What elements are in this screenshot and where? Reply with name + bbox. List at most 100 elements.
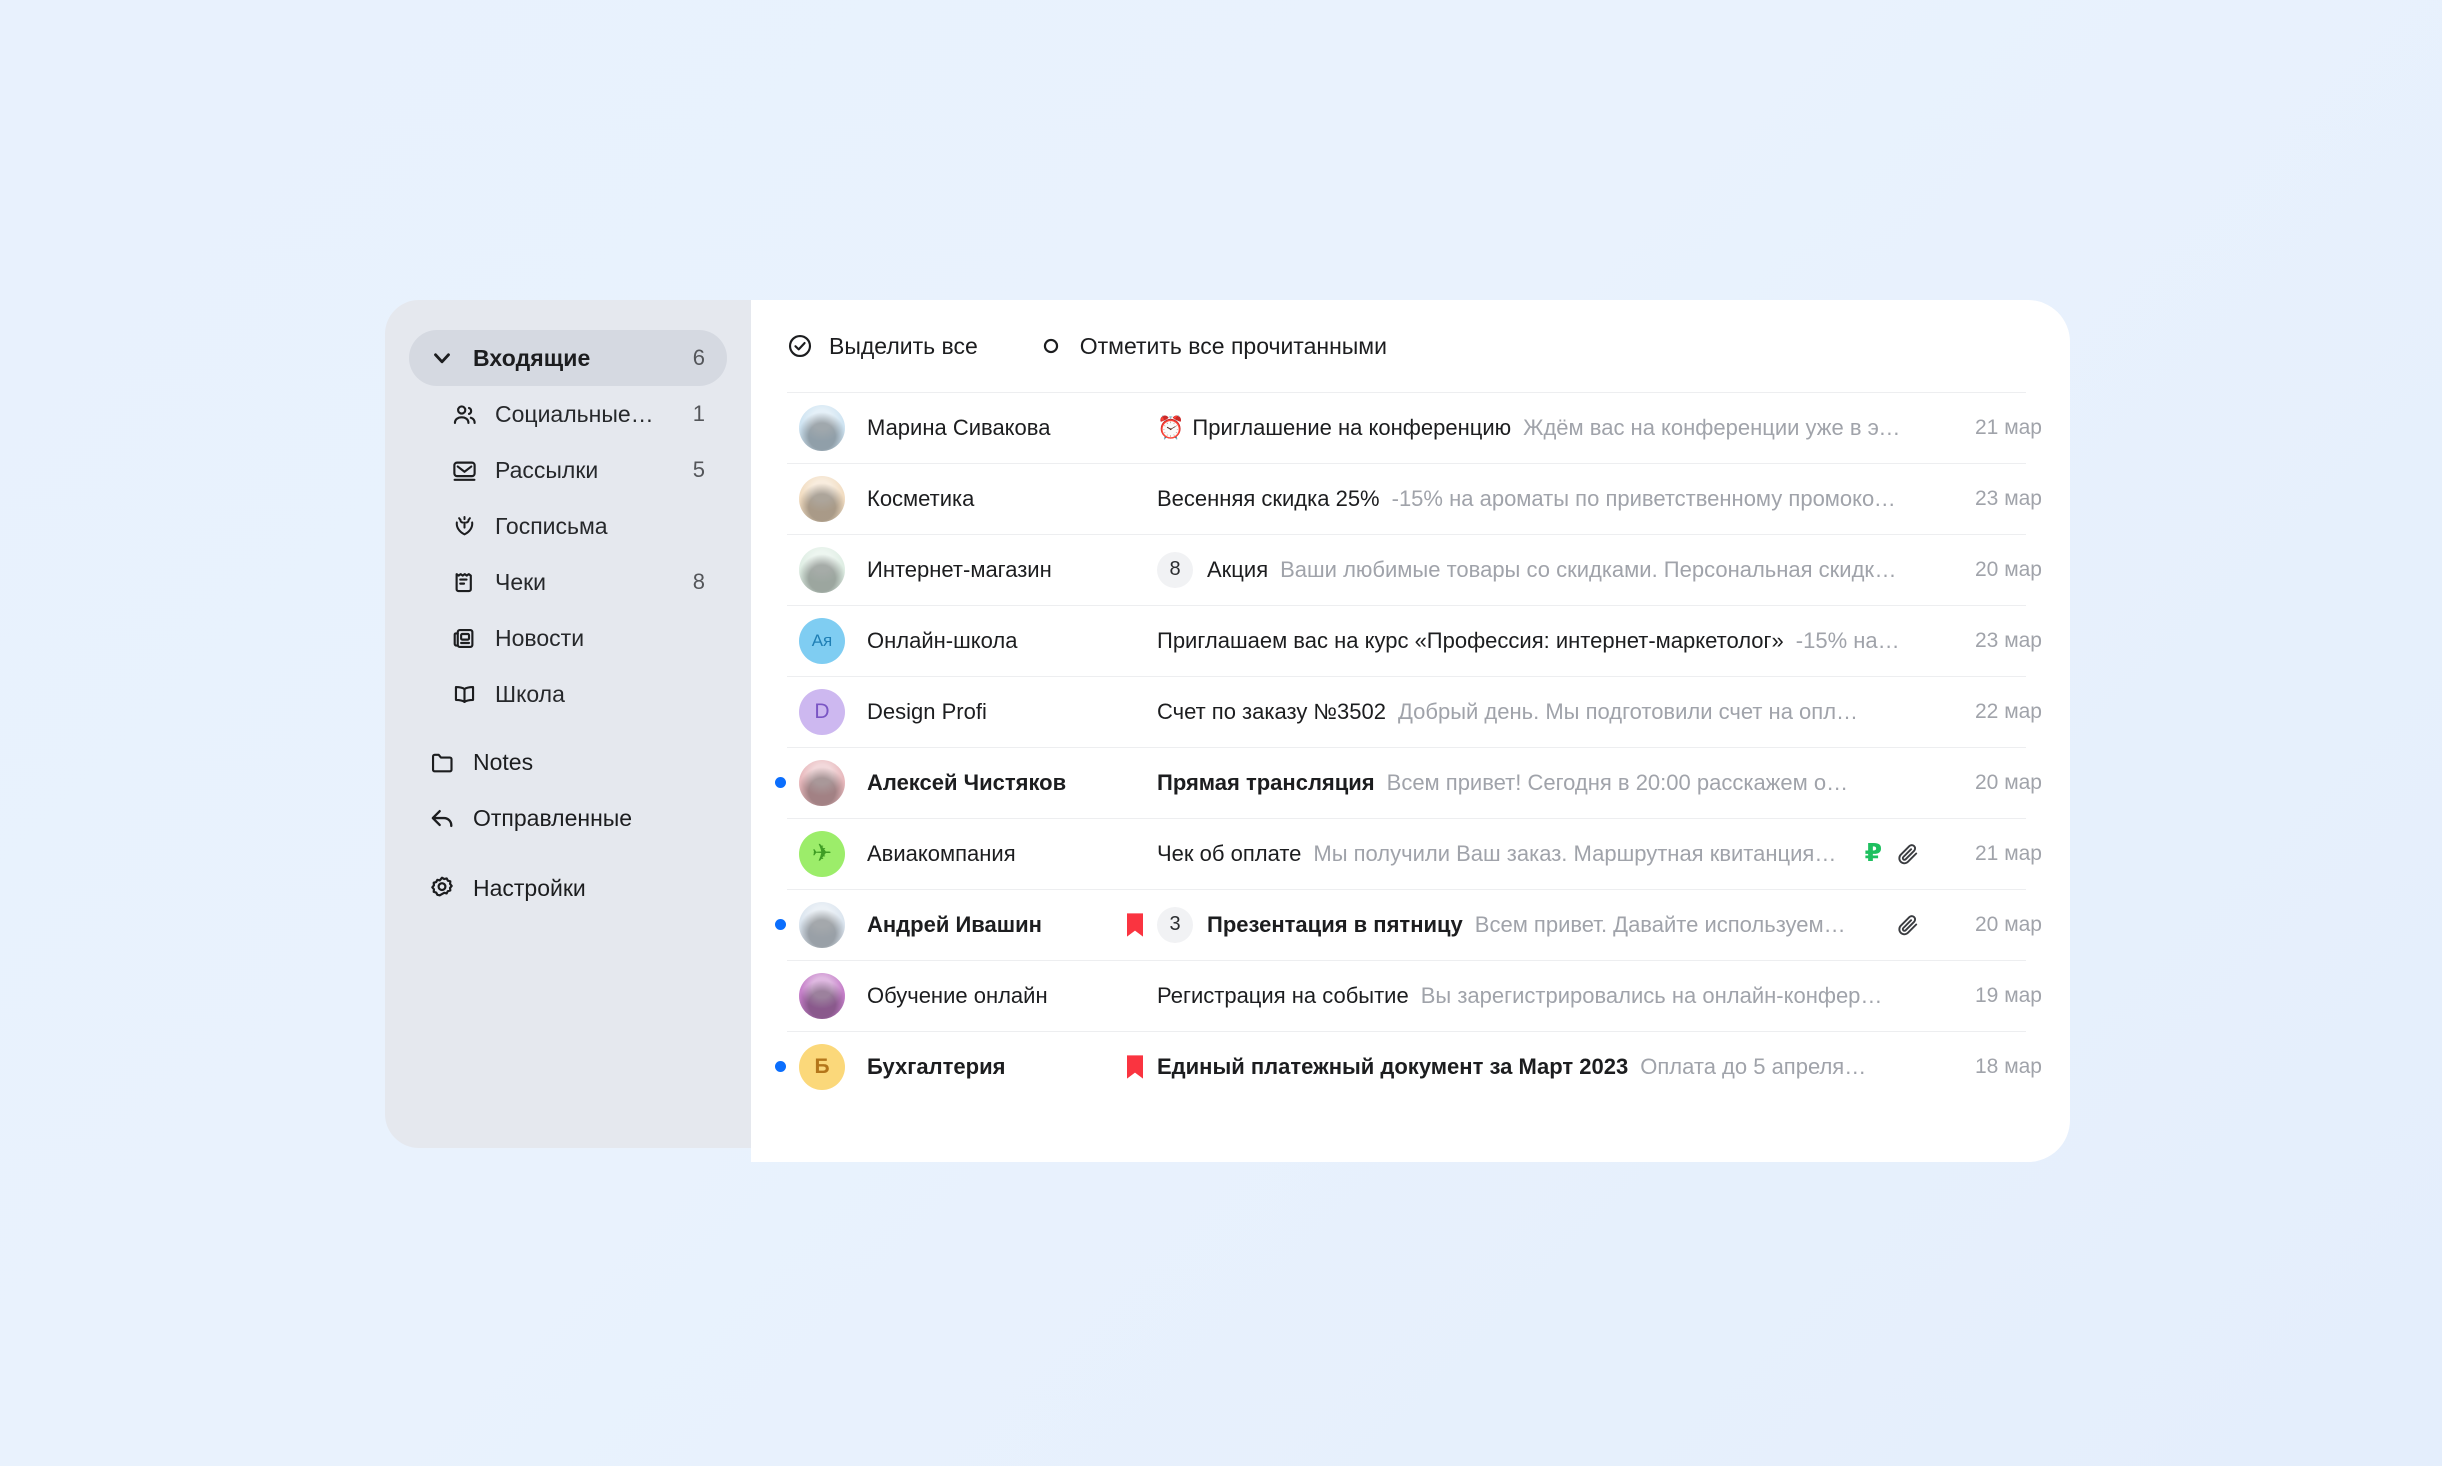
flag-icon[interactable]	[1113, 1054, 1157, 1080]
email-date: 20 мар	[1975, 557, 2042, 581]
unread-indicator	[765, 919, 795, 930]
email-meta-icons	[1896, 913, 1920, 937]
email-subject: Акция	[1207, 556, 1269, 582]
avatar-glyph: ✈	[811, 839, 833, 867]
thread-count-badge: 3	[1157, 906, 1193, 943]
sidebar-item-count: 8	[692, 569, 705, 594]
sidebar-item-settings[interactable]: Настройки	[409, 860, 727, 916]
email-row[interactable]: Алексей Чистяков Прямая трансляция Всем пр…	[751, 747, 2070, 818]
sidebar-item-label: Настройки	[473, 874, 586, 901]
sidebar-item-label: Новости	[495, 624, 585, 651]
sidebar: Входящие 6 Социальные… 1 Рассылки 5 Госп…	[385, 300, 751, 1148]
select-all-button[interactable]: Выделить все	[787, 333, 978, 360]
avatar-glyph: Aя	[811, 631, 833, 650]
email-row[interactable]: Интернет-магазин 8 Акция Ваши любимые товар…	[751, 534, 2070, 605]
email-date: 23 мар	[1975, 486, 2042, 510]
email-preview: Всем привет. Давайте используем…	[1474, 911, 1846, 937]
email-body: Акция Ваши любимые товары со скидками. Пе…	[1207, 557, 1902, 583]
unread-indicator	[765, 777, 795, 788]
sidebar-folder-list: Входящие 6 Социальные… 1 Рассылки 5 Госп…	[409, 330, 727, 916]
email-row[interactable]: Обучение онлайн Регистрация на событие Вы …	[751, 960, 2070, 1031]
email-date: 22 мар	[1975, 699, 2042, 723]
check-circle-icon	[787, 333, 813, 359]
email-preview: Ваши любимые товары со скидками. Персона…	[1280, 556, 1902, 582]
select-all-label: Выделить все	[829, 332, 978, 359]
unread-dot	[774, 919, 786, 930]
email-preview: Вы зарегистрировались на онлайн-конфер…	[1420, 982, 1883, 1008]
email-list: Марина Сивакова ⏰ Приглашение на конференц…	[751, 392, 2070, 1102]
avatar	[799, 546, 845, 593]
email-subject: Регистрация на событие	[1157, 982, 1409, 1008]
sidebar-item-label: Notes	[473, 748, 534, 775]
email-subject: Прямая трансляция	[1157, 769, 1375, 795]
email-subject: Весенняя скидка 25%	[1157, 485, 1380, 511]
email-date: 23 мар	[1975, 628, 2042, 652]
mail-main-panel: Выделить все Отметить все прочитанными М…	[751, 300, 2070, 1162]
mark-all-read-label: Отметить все прочитанными	[1079, 332, 1387, 359]
email-date: 18 мар	[1975, 1054, 2042, 1078]
email-row[interactable]: Андрей Ивашин 3 Презентация в пятницу Всем …	[751, 889, 2070, 960]
paperclip-icon[interactable]	[1896, 842, 1920, 866]
sidebar-item-label: Отправленные	[473, 804, 633, 831]
email-subject: Приглашаем вас на курс «Профессия: интер…	[1157, 627, 1784, 653]
circle-icon	[1038, 333, 1064, 359]
sidebar-item-gov[interactable]: Госписьма	[409, 498, 727, 554]
email-row[interactable]: Б Бухгалтерия Единый платежный документ за…	[751, 1031, 2070, 1102]
email-row[interactable]: Косметика Весенняя скидка 25% -15% на аром…	[751, 463, 2070, 534]
email-date: 21 мар	[1975, 841, 2042, 865]
email-date: 20 мар	[1975, 912, 2042, 936]
receipt-icon	[449, 567, 479, 597]
email-row[interactable]: Aя Онлайн-школа Приглашаем вас на курс «Пр…	[751, 605, 2070, 676]
email-body: ⏰ Приглашение на конференцию Ждём вас на к…	[1157, 415, 1902, 441]
unread-dot	[774, 1061, 786, 1072]
email-sender: Онлайн-школа	[867, 627, 1018, 653]
email-subject: Единый платежный документ за Март 2023	[1157, 1053, 1629, 1079]
email-body: Счет по заказу №3502 Добрый день. Мы подг…	[1157, 699, 1902, 725]
paperclip-icon[interactable]	[1896, 913, 1920, 937]
people-icon	[449, 399, 479, 429]
email-body: Весенняя скидка 25% -15% на ароматы по пр…	[1157, 486, 1902, 512]
sidebar-divider-gap	[409, 722, 727, 734]
avatar: Б	[799, 1043, 845, 1090]
email-subject: Счет по заказу №3502	[1157, 698, 1386, 724]
email-subject: Приглашение на конференцию	[1192, 414, 1512, 440]
sidebar-item-receipts[interactable]: Чеки 8	[409, 554, 727, 610]
sidebar-item-inbox[interactable]: Входящие 6	[409, 330, 727, 386]
email-sender: Авиакомпания	[867, 840, 1016, 866]
sidebar-item-count: 1	[692, 401, 705, 426]
email-preview: -15% на…	[1795, 627, 1900, 653]
flag-icon[interactable]	[1113, 912, 1157, 938]
email-preview: Ждём вас на конференции уже в эту…	[1523, 414, 1902, 440]
gear-icon	[427, 873, 457, 903]
email-body: Чек об оплате Мы получили Ваш заказ. Марш…	[1157, 841, 1847, 867]
email-sender: Обучение онлайн	[867, 982, 1048, 1008]
sidebar-item-social[interactable]: Социальные… 1	[409, 386, 727, 442]
unread-indicator	[765, 1061, 795, 1072]
sidebar-item-notes[interactable]: Notes	[409, 734, 727, 790]
sidebar-item-school[interactable]: Школа	[409, 666, 727, 722]
email-row[interactable]: Марина Сивакова ⏰ Приглашение на конференц…	[751, 392, 2070, 463]
email-sender: Бухгалтерия	[867, 1053, 1006, 1079]
book-icon	[449, 679, 479, 709]
email-preview: -15% на ароматы по приветственному промо…	[1391, 485, 1902, 511]
sidebar-item-news[interactable]: Новости	[409, 610, 727, 666]
avatar: Aя	[799, 617, 845, 664]
list-toolbar: Выделить все Отметить все прочитанными	[751, 300, 2070, 392]
email-sender: Косметика	[867, 485, 975, 511]
email-date: 19 мар	[1975, 983, 2042, 1007]
email-row[interactable]: D Design Profi Счет по заказу №3502 Добрый …	[751, 676, 2070, 747]
mark-all-read-button[interactable]: Отметить все прочитанными	[1038, 333, 1387, 360]
avatar: D	[799, 688, 845, 735]
flag-shape	[1127, 1054, 1143, 1079]
email-sender: Алексей Чистяков	[867, 769, 1067, 795]
email-body: Регистрация на событие Вы зарегистрировал…	[1157, 983, 1902, 1009]
sidebar-item-mailings[interactable]: Рассылки 5	[409, 442, 727, 498]
mailing-icon	[449, 455, 479, 485]
email-sender: Марина Сивакова	[867, 414, 1051, 440]
alarm-clock-icon: ⏰	[1157, 414, 1185, 440]
sidebar-item-sent[interactable]: Отправленные	[409, 790, 727, 846]
email-preview: Добрый день. Мы подготовили счет на опл…	[1397, 698, 1859, 724]
avatar	[799, 404, 845, 451]
email-body: Презентация в пятницу Всем привет. Давайт…	[1207, 912, 1878, 938]
email-row[interactable]: ✈ Авиакомпания Чек об оплате Мы получили Ва…	[751, 818, 2070, 889]
